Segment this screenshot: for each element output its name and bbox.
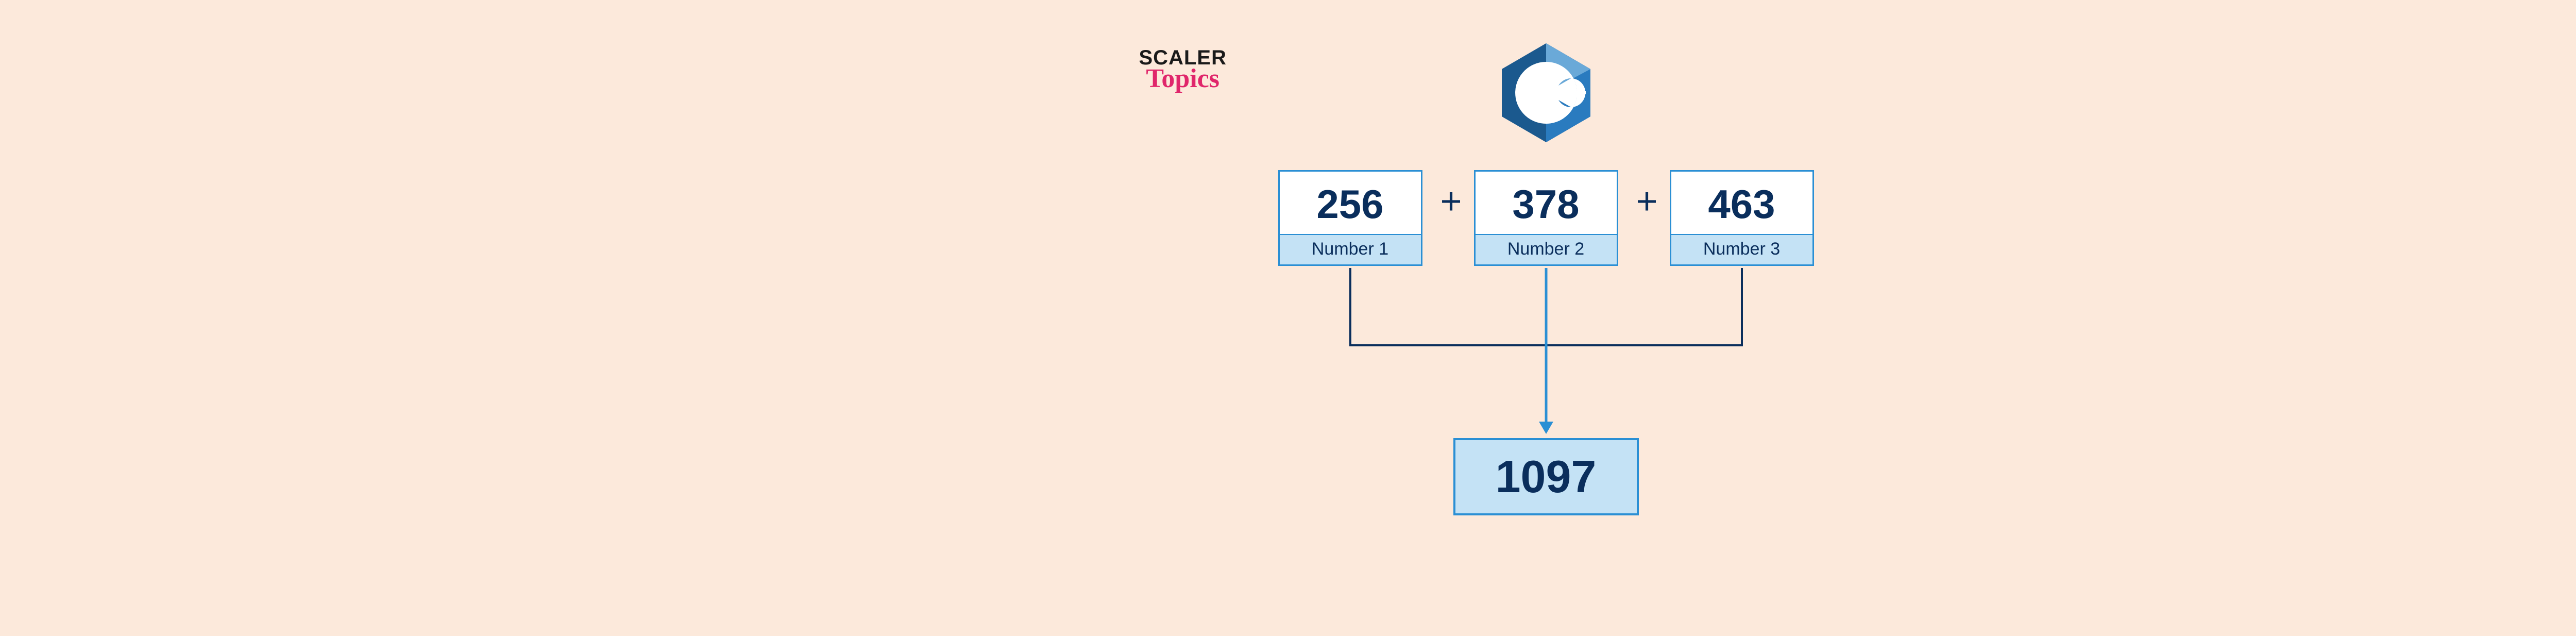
number-3-value: 463 [1671,172,1812,234]
number-box-3: 463 Number 3 [1670,170,1814,266]
plus-operator-1: + [1440,180,1462,223]
number-3-label: Number 3 [1671,234,1812,264]
diagram-container: SCALER Topics 256 Number 1 + 378 Number … [1082,0,2010,636]
plus-operator-2: + [1636,180,1658,223]
result-box: 1097 [1453,438,1639,515]
connector-lines-icon [1278,268,1814,443]
number-2-value: 378 [1476,172,1617,234]
number-box-1: 256 Number 1 [1278,170,1422,266]
number-1-label: Number 1 [1280,234,1421,264]
number-box-2: 378 Number 2 [1474,170,1618,266]
arrow-down-icon [1539,422,1553,434]
scaler-topics-logo: SCALER Topics [1139,46,1227,94]
number-1-value: 256 [1280,172,1421,234]
cpp-logo-icon [1500,41,1592,144]
number-2-label: Number 2 [1476,234,1617,264]
result-value: 1097 [1496,450,1597,503]
logo-text-topics: Topics [1146,63,1219,94]
